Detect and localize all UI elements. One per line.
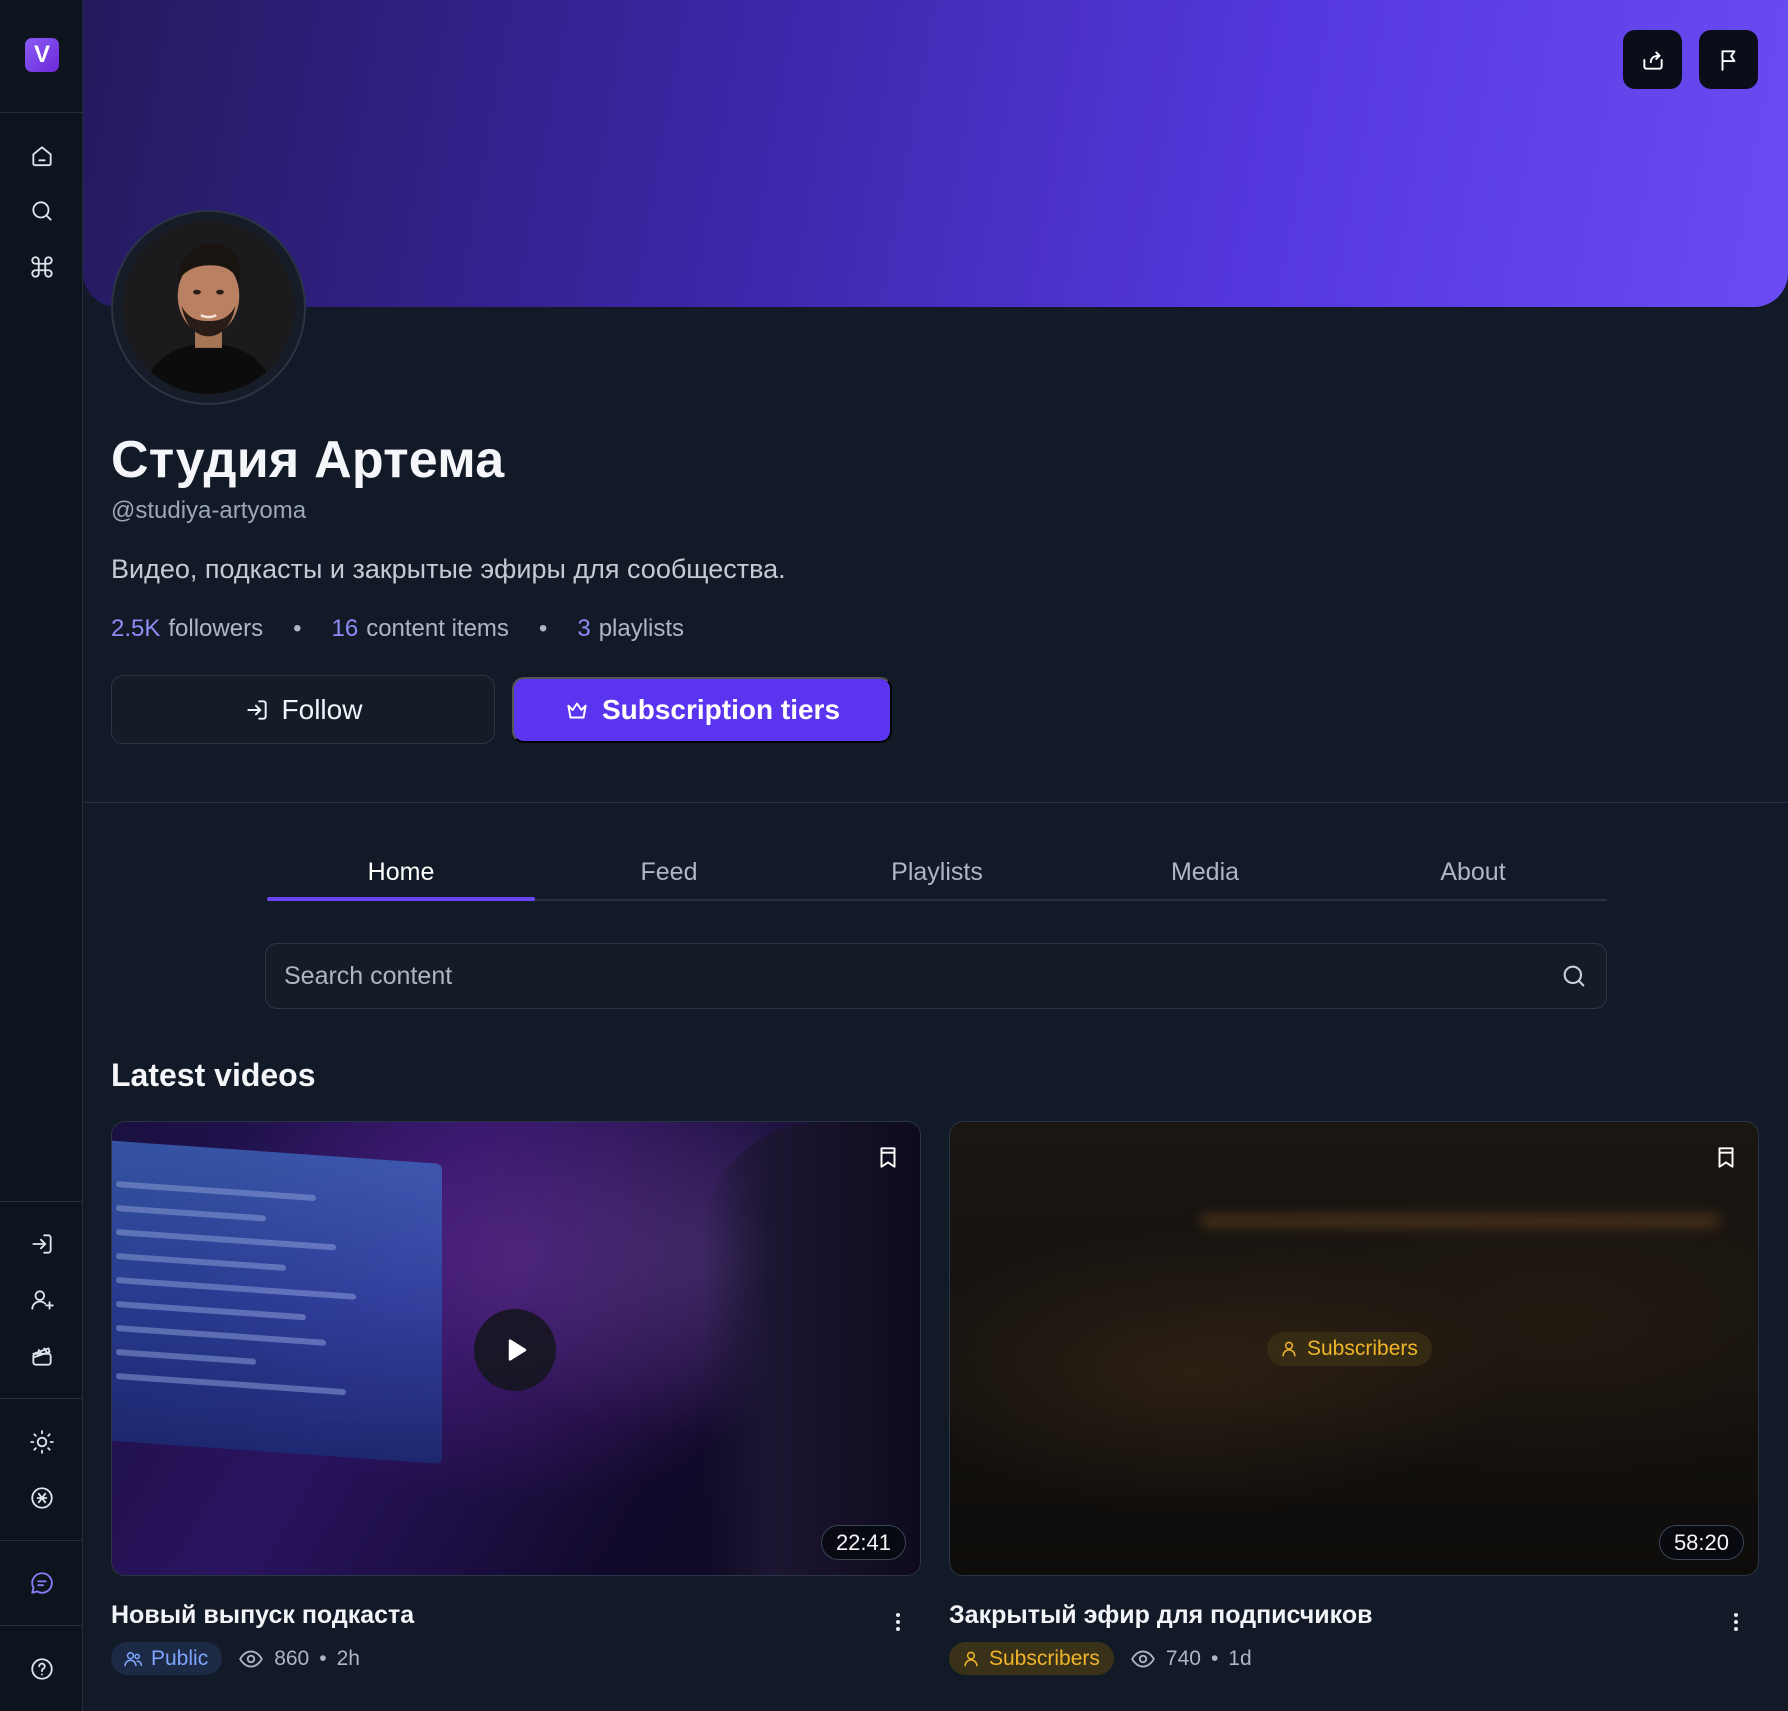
sun-icon[interactable]: [24, 1424, 60, 1460]
app-logo[interactable]: V: [25, 38, 59, 72]
subscribers-only-badge: Subscribers: [1267, 1332, 1432, 1366]
subscription-tiers-button[interactable]: Subscription tiers: [512, 677, 892, 743]
tab-home[interactable]: Home: [267, 850, 535, 901]
more-vertical-icon: [1734, 1613, 1738, 1631]
home-icon[interactable]: [24, 138, 60, 174]
playlists-count[interactable]: 3: [577, 615, 590, 643]
login-icon: [246, 699, 267, 720]
play-button[interactable]: [474, 1309, 556, 1391]
more-options-button[interactable]: [1721, 1607, 1751, 1637]
avatar-photo: [122, 221, 295, 394]
meta-separator: •: [319, 1646, 327, 1670]
content-label[interactable]: content items: [366, 615, 509, 643]
thumbnail-monitor: [112, 1140, 442, 1464]
user-icon: [964, 1651, 978, 1666]
sidebar-divider: [0, 1625, 83, 1626]
thumbnail-light: [1200, 1214, 1720, 1228]
more-options-button[interactable]: [883, 1607, 913, 1637]
tab-about[interactable]: About: [1339, 850, 1607, 899]
video-duration: 58:20: [1658, 1525, 1744, 1560]
chat-icon[interactable]: [24, 1565, 60, 1601]
latest-videos-title: Latest videos: [111, 1057, 316, 1093]
follow-button[interactable]: Follow: [111, 675, 495, 744]
tab-feed[interactable]: Feed: [535, 850, 803, 899]
video-thumbnail[interactable]: 22:41: [111, 1121, 921, 1576]
bookmark-icon: [880, 1147, 896, 1168]
subscription-tiers-label: Subscription tiers: [601, 694, 841, 725]
subscribers-only-label: Subscribers: [1307, 1337, 1418, 1360]
share-button[interactable]: [1623, 30, 1682, 89]
stats-separator: •: [293, 615, 302, 642]
user-icon: [1282, 1341, 1296, 1357]
login-icon[interactable]: [24, 1226, 60, 1262]
playlists-label[interactable]: playlists: [599, 615, 684, 643]
eye-icon: [239, 1649, 264, 1668]
meta-separator: •: [1210, 1646, 1219, 1670]
video-meta: Public 860 • 2h: [111, 1642, 360, 1675]
tab-playlists[interactable]: Playlists: [803, 850, 1071, 899]
bookmark-icon: [1718, 1147, 1734, 1168]
user-plus-icon[interactable]: [24, 1282, 60, 1318]
content-search: [265, 943, 1607, 1009]
search-icon[interactable]: [1560, 962, 1588, 990]
video-meta: Subscribers 740 • 1d: [949, 1642, 1252, 1675]
more-vertical-icon: [896, 1613, 900, 1631]
thumbnail-person: [702, 1122, 920, 1575]
sidebar-divider: [0, 1398, 83, 1399]
command-icon[interactable]: [24, 249, 60, 285]
video-thumbnail[interactable]: Subscribers 58:20: [949, 1121, 1759, 1576]
channel-name: Студия Артема: [111, 431, 505, 489]
flag-icon: [1721, 49, 1735, 71]
play-icon: [508, 1339, 527, 1361]
bookmark-button[interactable]: [1706, 1137, 1746, 1177]
sidebar-divider: [0, 1540, 83, 1541]
visibility-badge: Public: [111, 1642, 223, 1675]
video-age: 2h: [336, 1646, 360, 1670]
share-icon: [1642, 50, 1663, 70]
video-title[interactable]: Закрытый эфир для подписчиков: [949, 1601, 1373, 1630]
followers-label[interactable]: followers: [168, 615, 263, 643]
channel-stats: 2.5K followers • 16 content items • 3 pl…: [111, 615, 684, 643]
stats-separator: •: [538, 615, 548, 642]
search-icon[interactable]: [24, 193, 60, 229]
users-icon: [124, 1651, 143, 1666]
sidebar: V: [0, 0, 83, 1711]
channel-bio: Видео, подкасты и закрытые эфиры для соо…: [111, 554, 786, 584]
search-input[interactable]: [284, 961, 1560, 991]
visibility-label: Public: [151, 1646, 209, 1670]
report-button[interactable]: [1699, 30, 1758, 89]
help-icon[interactable]: [24, 1651, 60, 1687]
follow-button-label: Follow: [281, 693, 363, 725]
sidebar-divider: [0, 112, 83, 113]
clapperboard-icon[interactable]: [24, 1338, 60, 1374]
bookmark-button[interactable]: [868, 1137, 908, 1177]
avatar[interactable]: [111, 210, 306, 405]
visibility-badge: Subscribers: [949, 1642, 1114, 1675]
sidebar-divider: [0, 1201, 83, 1202]
video-card[interactable]: 22:41 Новый выпуск подкаста Public 860 •…: [111, 1121, 921, 1675]
currency-icon[interactable]: [24, 1480, 60, 1516]
profile-banner: [83, 0, 1788, 307]
eye-icon: [1131, 1649, 1155, 1668]
profile-divider: [84, 802, 1788, 803]
video-title[interactable]: Новый выпуск подкаста: [111, 1601, 414, 1630]
view-count: 860: [274, 1646, 310, 1670]
profile-tabs: Home Feed Playlists Media About: [267, 850, 1607, 901]
crown-icon: [567, 702, 587, 719]
visibility-label: Subscribers: [989, 1646, 1100, 1670]
video-card[interactable]: Subscribers 58:20 Закрытый эфир для подп…: [949, 1121, 1759, 1675]
video-duration: 22:41: [820, 1525, 906, 1560]
channel-handle: @studiya-artyoma: [111, 497, 307, 524]
followers-count[interactable]: 2.5K: [111, 615, 160, 643]
view-count: 740: [1165, 1646, 1201, 1670]
video-age: 1d: [1228, 1646, 1252, 1670]
content-count[interactable]: 16: [331, 615, 358, 643]
tab-media[interactable]: Media: [1071, 850, 1339, 899]
